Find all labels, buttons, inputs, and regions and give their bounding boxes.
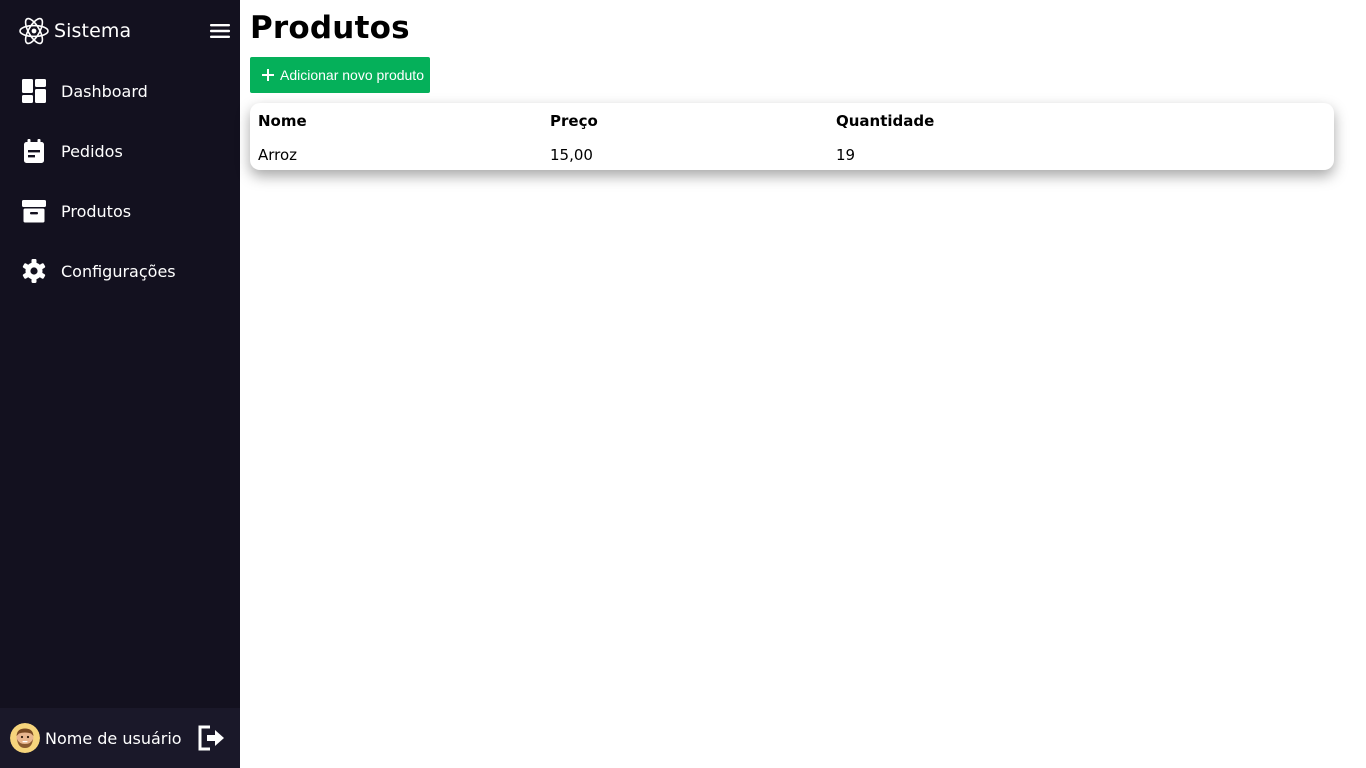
add-product-button[interactable]: Adicionar novo produto (250, 57, 430, 93)
sidebar-item-label: Produtos (61, 201, 132, 221)
column-header-preco[interactable]: Preço (550, 112, 598, 130)
logout-button[interactable] (196, 723, 226, 753)
add-product-label: Adicionar novo produto (280, 67, 424, 83)
main-content: Produtos Adicionar novo produto Nome Pre… (240, 0, 1366, 768)
calendar-icon (21, 138, 47, 164)
user-footer: Nome de usuário (0, 708, 240, 768)
archive-icon (21, 198, 47, 224)
column-header-nome[interactable]: Nome (258, 112, 307, 130)
username: Nome de usuário (45, 728, 182, 748)
table-cell-nome[interactable]: Arroz (258, 146, 297, 164)
sidebar-item-label: Pedidos (61, 141, 123, 161)
sidebar-item-label: Dashboard (61, 81, 148, 101)
column-header-quantidade[interactable]: Quantidade (836, 112, 934, 130)
sidebar-item-dashboard[interactable]: Dashboard (0, 61, 240, 121)
sidebar-item-configuracoes[interactable]: Configurações (0, 241, 240, 301)
brand[interactable]: Sistema (18, 16, 131, 46)
page-title: Produtos (250, 10, 410, 46)
sidebar-item-produtos[interactable]: Produtos (0, 181, 240, 241)
menu-toggle-button[interactable] (207, 20, 233, 42)
hamburger-menu-icon (208, 21, 232, 41)
logout-icon (196, 723, 226, 753)
dashboard-icon (21, 78, 47, 104)
user-avatar[interactable] (10, 723, 40, 753)
gear-icon (21, 258, 47, 284)
products-table: Nome Preço Quantidade Arroz 15,00 19 (250, 103, 1334, 170)
sidebar-item-label: Configurações (61, 261, 176, 281)
sidebar: Sistema Dashboard Pedidos Produtos Confi… (0, 0, 240, 768)
plus-icon (261, 68, 280, 82)
atom-icon (18, 15, 50, 47)
sidebar-item-pedidos[interactable]: Pedidos (0, 121, 240, 181)
brand-title: Sistema (54, 20, 132, 42)
sidebar-nav: Dashboard Pedidos Produtos Configurações (0, 61, 240, 301)
table-cell-preco[interactable]: 15,00 (550, 146, 593, 164)
table-cell-quantidade[interactable]: 19 (836, 146, 855, 164)
